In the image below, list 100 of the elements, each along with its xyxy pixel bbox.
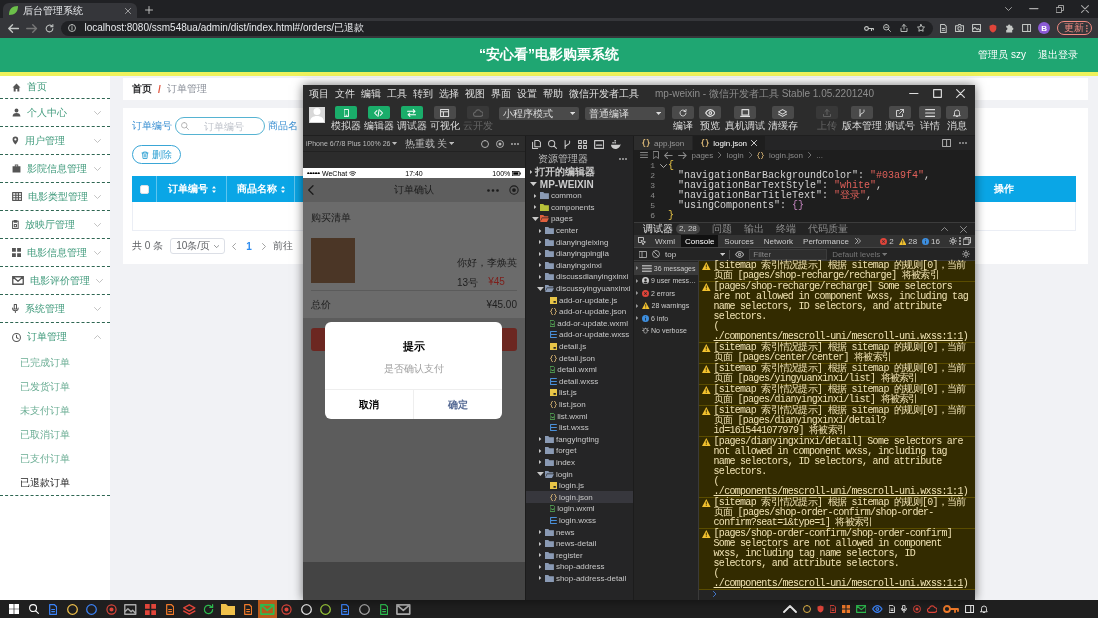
box-icon[interactable] bbox=[593, 139, 605, 149]
document-icon[interactable] bbox=[940, 23, 947, 33]
eye-icon[interactable] bbox=[735, 250, 745, 258]
key-icon[interactable] bbox=[942, 605, 959, 613]
menu-item[interactable]: 微信开发者工具 bbox=[569, 86, 639, 101]
grid-icon[interactable] bbox=[577, 139, 587, 149]
cloud-icon[interactable] bbox=[927, 605, 937, 613]
forward-icon[interactable] bbox=[26, 23, 38, 33]
tree-item[interactable]: index bbox=[526, 456, 633, 469]
files-icon[interactable] bbox=[532, 139, 541, 149]
toolbar-toggle[interactable] bbox=[401, 106, 423, 119]
share-icon[interactable] bbox=[900, 24, 909, 32]
tree-item[interactable]: login.json bbox=[526, 491, 633, 504]
browser-tab[interactable]: 后台管理系统 bbox=[3, 3, 137, 18]
info-icon[interactable] bbox=[67, 24, 76, 32]
toolbar-button[interactable] bbox=[672, 106, 694, 119]
tree-item[interactable]: common bbox=[526, 190, 633, 202]
menu-item[interactable]: 帮助 bbox=[543, 86, 563, 101]
file-link[interactable]: ./components/mescroll-uni/mescroll-uni.wxss:1:1 bbox=[713, 486, 963, 497]
tree-item[interactable]: add-or-update.wxss bbox=[526, 329, 633, 341]
devtools-tab[interactable]: Console bbox=[681, 235, 719, 247]
more-tabs-icon[interactable] bbox=[854, 238, 861, 244]
eye-icon[interactable] bbox=[872, 605, 884, 613]
panel-tab[interactable]: 代码质量 bbox=[802, 223, 853, 235]
side-panel-icon[interactable] bbox=[1022, 24, 1032, 32]
breadcrumb-link[interactable]: 首页 bbox=[132, 82, 152, 96]
bookmark-icon[interactable] bbox=[653, 151, 659, 159]
tree-item[interactable]: shop-address bbox=[526, 561, 633, 573]
target-icon[interactable] bbox=[496, 139, 504, 148]
panel-tab[interactable]: 调试器 2, 28 bbox=[638, 223, 705, 235]
confirm-button[interactable]: 确定 bbox=[413, 390, 502, 419]
checkbox[interactable] bbox=[139, 184, 149, 194]
menu-item[interactable]: 设置 bbox=[517, 86, 537, 101]
devtools-tab[interactable]: Performance bbox=[799, 235, 853, 247]
tree-item[interactable]: dianyingleixing bbox=[526, 236, 633, 248]
tree-item[interactable]: fangyingting bbox=[526, 433, 633, 446]
tree-item[interactable]: forget bbox=[526, 445, 633, 457]
target-icon[interactable] bbox=[913, 605, 922, 613]
tree-item[interactable]: add-or-update.js bbox=[526, 294, 633, 306]
toolbar-toggle[interactable] bbox=[434, 106, 456, 119]
tree-item[interactable]: add-or-update.json bbox=[526, 305, 633, 318]
key-icon[interactable] bbox=[864, 25, 875, 31]
submenu-item[interactable]: 已退款订单 bbox=[0, 471, 110, 495]
puzzle-icon[interactable] bbox=[1005, 23, 1015, 33]
compile-select[interactable]: 普通编译 bbox=[585, 107, 665, 120]
tree-item[interactable]: register bbox=[526, 549, 633, 561]
minimize-icon[interactable] bbox=[1029, 8, 1039, 10]
chevron-down-icon[interactable] bbox=[1005, 7, 1013, 11]
context-select[interactable]: top bbox=[665, 249, 730, 259]
shield-icon[interactable] bbox=[989, 23, 998, 33]
devtools-tab[interactable]: Sources bbox=[720, 235, 758, 247]
tree-item[interactable]: detail.wxml bbox=[526, 363, 633, 376]
file-link[interactable]: ./components/mescroll-uni/mescroll-uni.wxss:1:1 bbox=[713, 331, 963, 342]
image-icon[interactable] bbox=[972, 24, 982, 32]
profile-avatar[interactable]: B bbox=[1038, 22, 1051, 34]
microphone-icon[interactable] bbox=[901, 605, 908, 613]
tree-item[interactable]: add-or-update.wxml bbox=[526, 317, 633, 330]
tree-item[interactable]: discussyingyuanxinxi bbox=[526, 282, 633, 295]
toolbar-button[interactable] bbox=[772, 106, 794, 119]
squares-icon[interactable] bbox=[841, 605, 850, 613]
star-icon[interactable] bbox=[917, 24, 926, 32]
settings-icon[interactable] bbox=[962, 250, 970, 258]
menu-item[interactable]: 界面 bbox=[491, 86, 511, 101]
panel-tab[interactable]: 输出 bbox=[738, 223, 769, 235]
tree-item[interactable]: dianyingxinxi bbox=[526, 259, 633, 272]
forward-arrow-icon[interactable] bbox=[677, 151, 687, 159]
toolbar-button[interactable] bbox=[919, 106, 941, 119]
page-size-select[interactable]: 10条/页 bbox=[170, 238, 226, 254]
mode-select[interactable]: 小程序模式 bbox=[499, 107, 579, 120]
address-bar[interactable]: localhost:8080/ssm548ua/admin/dist/index.html#/orders/已退款 bbox=[60, 20, 934, 36]
whale-icon[interactable] bbox=[611, 139, 621, 149]
maximize-icon[interactable] bbox=[933, 89, 942, 98]
close-icon[interactable] bbox=[960, 225, 967, 233]
toolbar-button[interactable] bbox=[889, 106, 911, 119]
hot-reload-select[interactable]: 热重载 关 bbox=[404, 136, 455, 151]
editor-tab[interactable]: login.json bbox=[693, 136, 767, 150]
tree-item[interactable]: center bbox=[526, 224, 633, 237]
panel-tab[interactable]: 问题 bbox=[706, 223, 737, 235]
filter-field[interactable]: Filter bbox=[749, 248, 828, 260]
explorer-section[interactable]: 打开的编辑器 bbox=[526, 166, 633, 178]
tree-item[interactable]: news bbox=[526, 526, 633, 538]
search-icon[interactable] bbox=[548, 139, 557, 149]
zoom-icon[interactable] bbox=[883, 24, 892, 32]
tree-item[interactable]: components bbox=[526, 201, 633, 214]
tree-item[interactable]: list.json bbox=[526, 398, 633, 411]
new-tab-icon[interactable] bbox=[145, 6, 153, 14]
panel-tab[interactable]: 终端 bbox=[770, 223, 801, 235]
shield-icon[interactable] bbox=[816, 605, 824, 613]
breadcrumb-item[interactable]: ... bbox=[816, 150, 823, 160]
devtools-tab[interactable]: Wxml bbox=[651, 235, 679, 247]
dock-icon[interactable] bbox=[963, 237, 971, 245]
settings-icon[interactable] bbox=[949, 237, 957, 245]
toolbar-toggle[interactable] bbox=[335, 106, 357, 119]
prompt-icon[interactable] bbox=[713, 591, 717, 597]
fold-chevron-icon[interactable] bbox=[659, 164, 667, 168]
sidebar-toggle-icon[interactable] bbox=[639, 250, 647, 258]
bell-icon[interactable] bbox=[980, 605, 988, 613]
tree-item[interactable]: login bbox=[526, 468, 633, 480]
menu-item[interactable]: 项目 bbox=[309, 86, 329, 101]
menu-item[interactable]: 视图 bbox=[465, 86, 485, 101]
